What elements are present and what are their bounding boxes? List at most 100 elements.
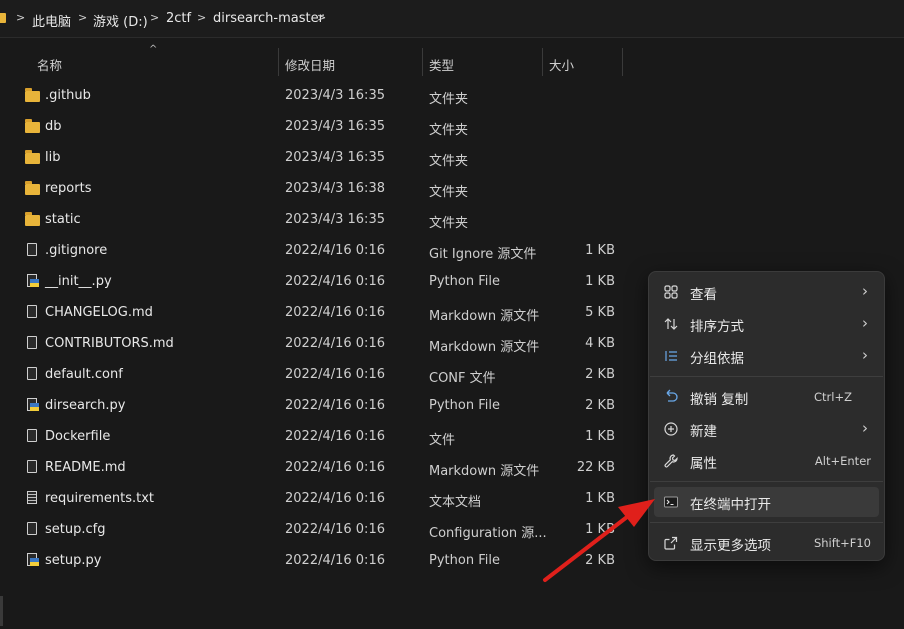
file-type: Python File bbox=[429, 274, 500, 289]
file-row[interactable]: requirements.txt 2022/4/16 0:16 文本文档 1 KB bbox=[0, 483, 640, 514]
menu-item-view[interactable]: 查看 › bbox=[654, 277, 879, 307]
file-modified: 2022/4/16 0:16 bbox=[285, 522, 385, 537]
file-type: 文件夹 bbox=[429, 92, 469, 107]
file-row[interactable]: db 2023/4/3 16:35 文件夹 bbox=[0, 111, 640, 142]
file-row[interactable]: .github 2023/4/3 16:35 文件夹 bbox=[0, 80, 640, 111]
file-name: .github bbox=[45, 88, 91, 103]
menu-item-new[interactable]: 新建 › bbox=[654, 414, 879, 444]
file-size: 1 KB bbox=[585, 274, 615, 289]
menu-item-undo-copy[interactable]: 撤销 复制 Ctrl+Z bbox=[654, 382, 879, 412]
column-size[interactable]: 大小 bbox=[549, 55, 574, 74]
file-type: 文件夹 bbox=[429, 154, 469, 169]
file-name: CONTRIBUTORS.md bbox=[45, 336, 174, 351]
python-file-icon bbox=[27, 274, 39, 287]
file-modified: 2022/4/16 0:16 bbox=[285, 429, 385, 444]
menu-item-label: 撤销 复制 bbox=[690, 392, 749, 408]
python-file-icon bbox=[27, 553, 39, 566]
file-type: Python File bbox=[429, 553, 500, 568]
file-icon bbox=[27, 429, 37, 442]
terminal-icon bbox=[663, 494, 679, 510]
file-row[interactable]: dirsearch.py 2022/4/16 0:16 Python File 2 K… bbox=[0, 390, 640, 421]
chevron-right-icon: › bbox=[862, 314, 868, 332]
chevron-right-icon: > bbox=[16, 11, 26, 24]
column-divider[interactable] bbox=[622, 48, 623, 76]
file-modified: 2023/4/3 16:38 bbox=[285, 181, 385, 196]
chevron-right-icon: › bbox=[862, 419, 868, 437]
menu-item-group-by[interactable]: 分组依据 › bbox=[654, 341, 879, 371]
file-row[interactable]: CHANGELOG.md 2022/4/16 0:16 Markdown 源文件 5 … bbox=[0, 297, 640, 328]
menu-item-properties[interactable]: 属性 Alt+Enter bbox=[654, 446, 879, 476]
menu-item-open-in-terminal[interactable]: 在终端中打开 bbox=[654, 487, 879, 517]
file-modified: 2023/4/3 16:35 bbox=[285, 88, 385, 103]
menu-item-label: 显示更多选项 bbox=[690, 538, 771, 554]
folder-icon bbox=[25, 88, 40, 102]
file-type: 文件夹 bbox=[429, 123, 469, 138]
file-name: dirsearch.py bbox=[45, 398, 126, 413]
address-bar[interactable]: > 此电脑 > 游戏 (D:) > 2ctf > dirsearch-maste… bbox=[0, 0, 904, 38]
menu-item-label: 查看 bbox=[690, 287, 717, 303]
menu-item-label: 分组依据 bbox=[690, 351, 744, 367]
breadcrumb-drive-d[interactable]: 游戏 (D:) bbox=[93, 11, 148, 30]
file-type: CONF 文件 bbox=[429, 371, 496, 386]
file-modified: 2022/4/16 0:16 bbox=[285, 553, 385, 568]
menu-item-label: 在终端中打开 bbox=[690, 497, 771, 513]
file-icon bbox=[27, 336, 37, 349]
file-row[interactable]: lib 2023/4/3 16:35 文件夹 bbox=[0, 142, 640, 173]
file-name: requirements.txt bbox=[45, 491, 155, 506]
column-type[interactable]: 类型 bbox=[429, 55, 454, 74]
file-row[interactable]: static 2023/4/3 16:35 文件夹 bbox=[0, 204, 640, 235]
sort-ascending-icon: ^ bbox=[149, 44, 158, 55]
folder-icon bbox=[0, 13, 6, 23]
file-size: 2 KB bbox=[585, 553, 615, 568]
file-modified: 2022/4/16 0:16 bbox=[285, 243, 385, 258]
breadcrumb-this-pc[interactable]: 此电脑 bbox=[32, 11, 71, 30]
file-size: 2 KB bbox=[585, 398, 615, 413]
file-row[interactable]: Dockerfile 2022/4/16 0:16 文件 1 KB bbox=[0, 421, 640, 452]
column-modified[interactable]: 修改日期 bbox=[285, 55, 335, 74]
file-name: CHANGELOG.md bbox=[45, 305, 153, 320]
chevron-right-icon[interactable]: > bbox=[317, 11, 326, 24]
file-type: Markdown 源文件 bbox=[429, 309, 540, 324]
file-modified: 2022/4/16 0:16 bbox=[285, 336, 385, 351]
file-modified: 2022/4/16 0:16 bbox=[285, 305, 385, 320]
column-name[interactable]: 名称 bbox=[37, 55, 62, 74]
file-modified: 2022/4/16 0:16 bbox=[285, 274, 385, 289]
column-divider[interactable] bbox=[278, 48, 279, 76]
shortcut-text: Alt+Enter bbox=[814, 454, 871, 468]
file-row[interactable]: reports 2023/4/3 16:38 文件夹 bbox=[0, 173, 640, 204]
file-type: 文本文档 bbox=[429, 495, 482, 510]
group-icon bbox=[663, 348, 679, 364]
chevron-right-icon[interactable]: > bbox=[150, 11, 159, 24]
file-name: __init__.py bbox=[45, 274, 112, 289]
column-divider[interactable] bbox=[422, 48, 423, 76]
file-type: 文件夹 bbox=[429, 185, 469, 200]
folder-icon bbox=[25, 119, 40, 133]
file-row[interactable]: .gitignore 2022/4/16 0:16 Git Ignore 源文件 1 … bbox=[0, 235, 640, 266]
file-row[interactable]: setup.py 2022/4/16 0:16 Python File 2 KB bbox=[0, 545, 640, 576]
breadcrumb-2ctf[interactable]: 2ctf bbox=[166, 11, 191, 26]
menu-item-show-more-options[interactable]: 显示更多选项 Shift+F10 bbox=[654, 528, 879, 558]
shortcut-text: Ctrl+Z bbox=[814, 390, 852, 404]
chevron-right-icon[interactable]: > bbox=[197, 11, 206, 24]
file-row[interactable]: default.conf 2022/4/16 0:16 CONF 文件 2 KB bbox=[0, 359, 640, 390]
file-type: Configuration 源... bbox=[429, 526, 547, 541]
context-menu: 查看 › 排序方式 › 分组依据 › 撤销 复制 Ctrl+Z 新建 › 属性 bbox=[648, 271, 885, 561]
grid-icon bbox=[663, 284, 679, 300]
chevron-right-icon[interactable]: > bbox=[78, 11, 87, 24]
file-row[interactable]: __init__.py 2022/4/16 0:16 Python File 1 KB bbox=[0, 266, 640, 297]
menu-item-sort-by[interactable]: 排序方式 › bbox=[654, 309, 879, 339]
file-name: README.md bbox=[45, 460, 126, 475]
file-row[interactable]: README.md 2022/4/16 0:16 Markdown 源文件 22 KB bbox=[0, 452, 640, 483]
file-name: setup.cfg bbox=[45, 522, 106, 537]
file-row[interactable]: setup.cfg 2022/4/16 0:16 Configuration 源..… bbox=[0, 514, 640, 545]
breadcrumb-dirsearch-master[interactable]: dirsearch-master bbox=[213, 11, 324, 26]
column-header: 名称 修改日期 类型 大小 bbox=[0, 48, 904, 78]
shortcut-text: Shift+F10 bbox=[813, 536, 871, 550]
column-divider[interactable] bbox=[542, 48, 543, 76]
file-name: lib bbox=[45, 150, 61, 165]
file-modified: 2023/4/3 16:35 bbox=[285, 150, 385, 165]
scrollbar[interactable] bbox=[0, 596, 3, 626]
file-row[interactable]: CONTRIBUTORS.md 2022/4/16 0:16 Markdown 源文… bbox=[0, 328, 640, 359]
file-size: 1 KB bbox=[585, 522, 615, 537]
folder-icon bbox=[25, 212, 40, 226]
